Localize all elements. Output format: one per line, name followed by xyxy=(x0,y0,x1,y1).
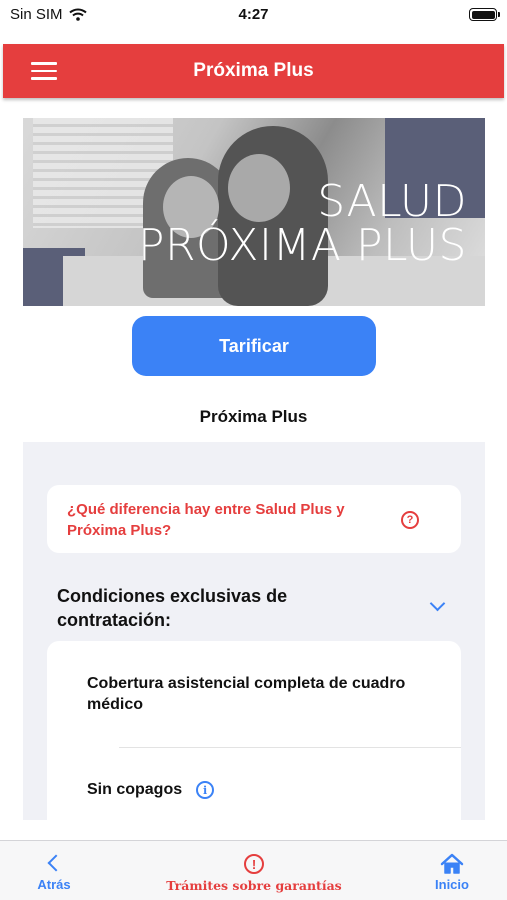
tab-tramites-label: Trámites sobre garantías xyxy=(166,878,342,893)
condition-item: Sin copagos i xyxy=(87,781,215,799)
hero-title-line2: PRÓXIMA PLUS xyxy=(137,220,467,271)
tarificar-button[interactable]: Tarificar xyxy=(132,316,376,376)
conditions-accordion-header[interactable]: Condiciones exclusivas de contratación: xyxy=(57,584,473,634)
chevron-left-icon xyxy=(47,854,65,872)
info-icon[interactable]: i xyxy=(196,781,215,799)
status-bar: Sin SIM 4:27 xyxy=(0,0,507,30)
content-panel: ¿Qué diferencia hay entre Salud Plus y P… xyxy=(23,442,485,820)
hero-title-line1: SALUD xyxy=(317,176,467,227)
tab-inicio[interactable]: Inicio xyxy=(420,841,484,900)
tab-back-label: Atrás xyxy=(37,877,71,892)
tab-inicio-label: Inicio xyxy=(435,877,469,892)
condition-item-label: Sin copagos xyxy=(87,781,183,798)
question-circle-icon[interactable]: ? xyxy=(401,511,419,529)
condition-item: Cobertura asistencial completa de cuadro… xyxy=(87,675,406,713)
page-title: Próxima Plus xyxy=(193,60,314,81)
faq-question[interactable]: ¿Qué diferencia hay entre Salud Plus y P… xyxy=(67,499,397,541)
divider xyxy=(119,747,461,748)
bottom-tab-bar: Atrás ! Trámites sobre garantías Inicio xyxy=(0,840,507,900)
conditions-title: Condiciones exclusivas de contratación: xyxy=(57,586,288,630)
tab-back[interactable]: Atrás xyxy=(24,841,84,900)
hero-title: SALUD PRÓXIMA PLUS xyxy=(138,180,467,268)
status-time: 4:27 xyxy=(238,6,269,23)
conditions-list: Cobertura asistencial completa de cuadro… xyxy=(47,641,461,820)
chevron-down-icon[interactable] xyxy=(429,595,446,612)
app-header: Próxima Plus xyxy=(3,44,504,98)
tab-tramites[interactable]: ! Trámites sobre garantías xyxy=(160,841,348,900)
home-icon xyxy=(440,853,464,874)
faq-card[interactable]: ¿Qué diferencia hay entre Salud Plus y P… xyxy=(47,485,461,553)
hero-banner: SALUD PRÓXIMA PLUS xyxy=(23,118,485,306)
alert-circle-icon: ! xyxy=(244,854,264,874)
section-title: Próxima Plus xyxy=(199,407,308,426)
battery-icon xyxy=(469,8,500,21)
